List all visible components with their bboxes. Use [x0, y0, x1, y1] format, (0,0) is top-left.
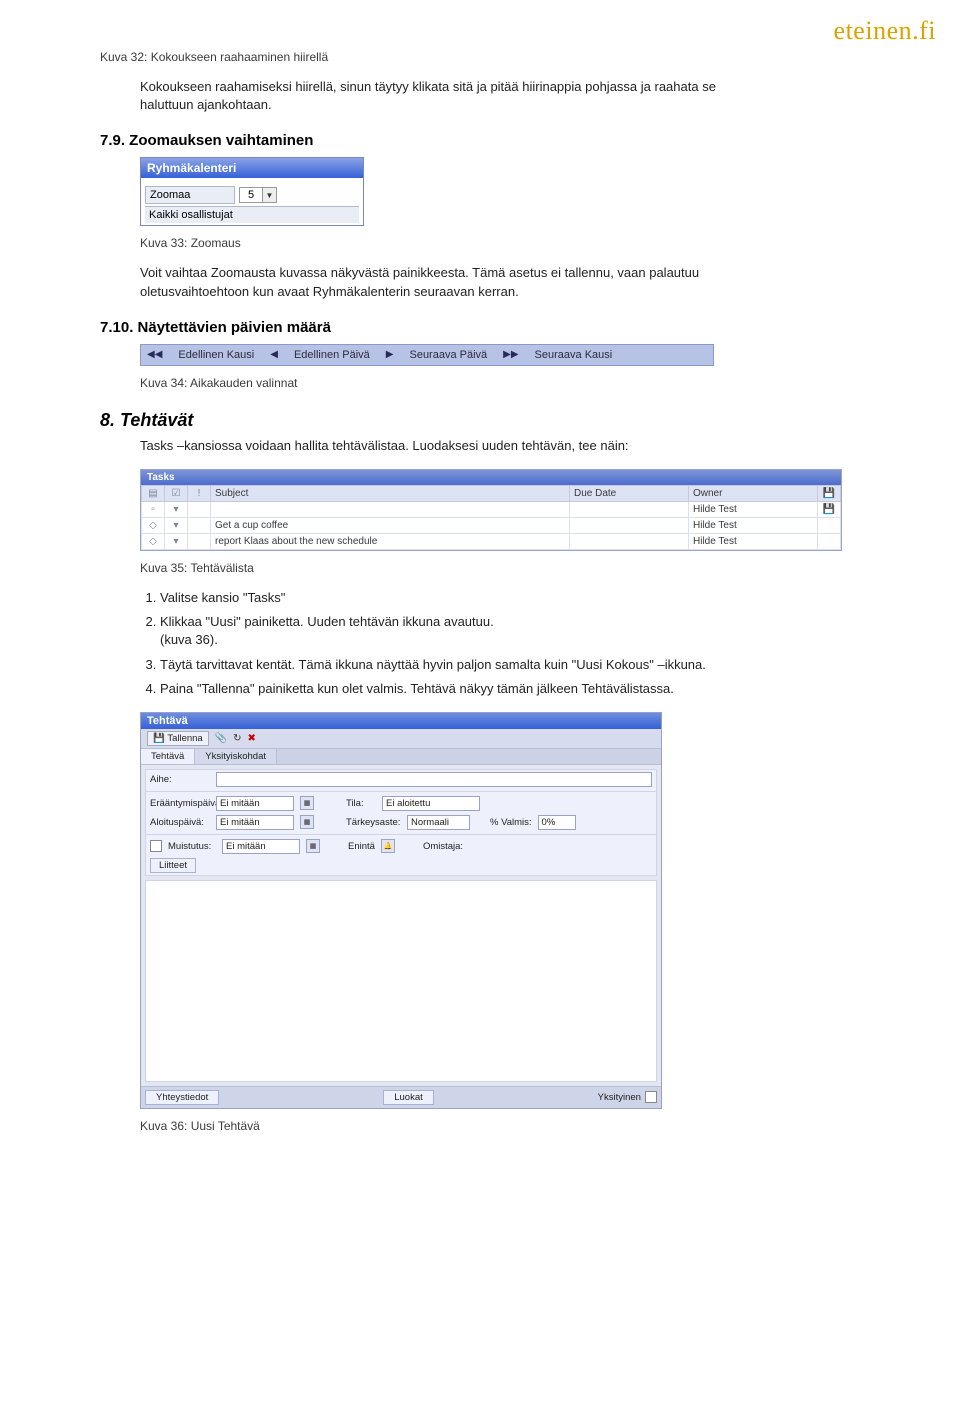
- figure-caption-34: Kuva 34: Aikakauden valinnat: [140, 376, 860, 390]
- zoom-value: 5: [240, 189, 262, 201]
- figure-caption-32: Kuva 32: Kokoukseen raahaaminen hiirellä: [100, 50, 860, 64]
- label-subject: Aihe:: [150, 774, 210, 785]
- section-8-heading: 8. Tehtävät: [100, 410, 860, 431]
- editor-title: Tehtävä: [141, 713, 661, 729]
- step-4: Paina "Tallenna" painiketta kun olet val…: [160, 680, 860, 698]
- reminder-checkbox[interactable]: [150, 840, 162, 852]
- check-icon: ☑: [165, 485, 188, 501]
- participants-label: Kaikki osallistujat: [145, 206, 359, 223]
- flag-icon: !: [188, 485, 211, 501]
- label-private: Yksityinen: [598, 1092, 641, 1103]
- figure-36-screenshot: Tehtävä 💾 Tallenna 📎 ↻ ✖ Tehtävä Yksityi…: [140, 712, 662, 1109]
- paragraph-8: Tasks –kansiossa voidaan hallita tehtävä…: [140, 437, 760, 455]
- calendar-icon[interactable]: ▦: [300, 796, 314, 810]
- figure-caption-36: Kuva 36: Uusi Tehtävä: [140, 1119, 860, 1133]
- figure-33-screenshot: Ryhmäkalenteri Zoomaa 5 ▼ Kaikki osallis…: [140, 157, 364, 226]
- rk-titlebar: Ryhmäkalenteri: [141, 158, 363, 178]
- next-period-button[interactable]: Seuraava Kausi: [535, 349, 613, 361]
- save-icon: 💾: [818, 485, 841, 501]
- double-right-icon: ▶▶: [503, 349, 518, 360]
- zoom-dropdown-icon[interactable]: ▼: [262, 188, 276, 202]
- step-2: Klikkaa "Uusi" painiketta. Uuden tehtävä…: [160, 613, 860, 649]
- label-priority: Tärkeysaste:: [346, 817, 401, 828]
- section-7-9-heading: 7.9. Zoomauksen vaihtaminen: [100, 132, 860, 149]
- double-left-icon: ◀◀: [147, 349, 162, 360]
- pct-done-input[interactable]: 0%: [538, 815, 576, 830]
- page-icon: ▤: [142, 485, 165, 501]
- priority-select[interactable]: Normaali: [407, 815, 470, 830]
- left-icon: ◀: [270, 349, 278, 360]
- tab-details[interactable]: Yksityiskohdat: [195, 749, 277, 764]
- bell-icon[interactable]: 🔔: [381, 839, 395, 853]
- label-until: Enintä: [348, 841, 375, 852]
- calendar-icon[interactable]: ▦: [300, 815, 314, 829]
- save-button[interactable]: 💾 Tallenna: [147, 731, 209, 746]
- recurrence-icon[interactable]: ↻: [233, 733, 241, 744]
- steps-list: Valitse kansio "Tasks" Klikkaa "Uusi" pa…: [140, 589, 860, 698]
- delete-icon[interactable]: ✖: [248, 733, 256, 744]
- figure-35-screenshot: Tasks ▤ ☑ ! Subject Due Date Owner 💾 ▫▾ …: [140, 469, 842, 551]
- figure-caption-33: Kuva 33: Zoomaus: [140, 236, 860, 250]
- private-checkbox[interactable]: [645, 1091, 657, 1103]
- zoom-label: Zoomaa: [145, 186, 235, 204]
- step-1: Valitse kansio "Tasks": [160, 589, 860, 607]
- paragraph-32: Kokoukseen raahamiseksi hiirellä, sinun …: [140, 78, 760, 114]
- col-owner[interactable]: Owner: [689, 485, 818, 501]
- attachments-button[interactable]: Liitteet: [150, 858, 196, 873]
- brand-logo: eteinen.fi: [834, 16, 936, 46]
- section-7-10-heading: 7.10. Näytettävien päivien määrä: [100, 319, 860, 336]
- col-subject[interactable]: Subject: [211, 485, 570, 501]
- table-row[interactable]: ▫▾ Hilde Test 💾: [142, 501, 841, 517]
- start-date-input[interactable]: Ei mitään: [216, 815, 294, 830]
- prev-period-button[interactable]: Edellinen Kausi: [178, 349, 254, 361]
- label-reminder: Muistutus:: [168, 841, 216, 852]
- description-textarea[interactable]: [145, 880, 657, 1082]
- calendar-icon[interactable]: ▦: [306, 839, 320, 853]
- zoom-stepper[interactable]: 5 ▼: [239, 187, 277, 203]
- due-date-input[interactable]: Ei mitään: [216, 796, 294, 811]
- label-owner: Omistaja:: [423, 841, 463, 852]
- reminder-date-input[interactable]: Ei mitään: [222, 839, 300, 854]
- label-start: Aloituspäivä:: [150, 817, 210, 828]
- figure-caption-35: Kuva 35: Tehtävälista: [140, 561, 860, 575]
- categories-button[interactable]: Luokat: [383, 1090, 434, 1105]
- label-due: Erääntymispäivä:: [150, 798, 210, 809]
- col-due-date[interactable]: Due Date: [570, 485, 689, 501]
- tab-task[interactable]: Tehtävä: [141, 749, 195, 764]
- next-day-button[interactable]: Seuraava Päivä: [409, 349, 487, 361]
- tasks-title: Tasks: [141, 470, 841, 485]
- paragraph-33: Voit vaihtaa Zoomausta kuvassa näkyvästä…: [140, 264, 760, 300]
- contacts-button[interactable]: Yhteystiedot: [145, 1090, 219, 1105]
- label-status: Tila:: [346, 798, 376, 809]
- prev-day-button[interactable]: Edellinen Päivä: [294, 349, 370, 361]
- label-pct-done: % Valmis:: [490, 817, 532, 828]
- table-row[interactable]: ◇▾ report Klaas about the new schedule H…: [142, 533, 841, 549]
- disk-icon: 💾: [153, 733, 165, 744]
- status-select[interactable]: Ei aloitettu: [382, 796, 480, 811]
- figure-34-screenshot: ◀◀ Edellinen Kausi ◀ Edellinen Päivä ▶ S…: [140, 344, 714, 366]
- subject-input[interactable]: [216, 772, 652, 787]
- table-row[interactable]: ◇▾ Get a cup coffee Hilde Test: [142, 517, 841, 533]
- attach-icon[interactable]: 📎: [215, 733, 227, 744]
- step-3: Täytä tarvittavat kentät. Tämä ikkuna nä…: [160, 656, 860, 674]
- right-icon: ▶: [386, 349, 394, 360]
